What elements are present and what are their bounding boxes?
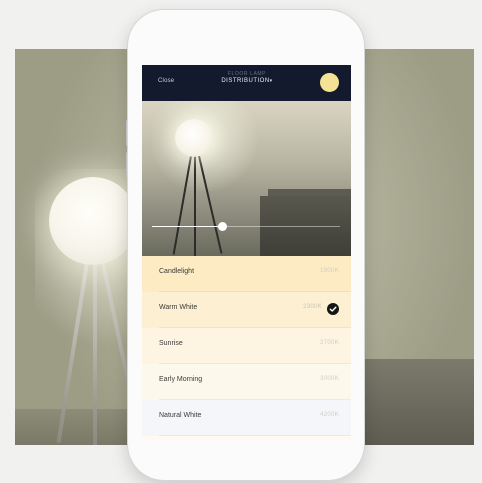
temperature-option[interactable]: Candlelight 1900K (142, 256, 351, 292)
device-name: FLOOR LAMP (227, 71, 267, 77)
option-kelvin: 2300K (303, 304, 322, 310)
temperature-option[interactable]: Early Morning 3000K (142, 364, 351, 400)
mode-label: DISTRIBUTION (221, 78, 270, 84)
lamp-leg (93, 263, 97, 445)
temperature-list: Candlelight 1900K Warm White 2300K Sunrise 27… (142, 256, 351, 440)
brightness-slider-fill (152, 226, 222, 227)
option-kelvin: 4200K (320, 412, 339, 418)
option-kelvin: 1900K (320, 268, 339, 274)
option-label: Natural White (159, 412, 202, 419)
mode-selector[interactable]: DISTRIBUTION▾ (202, 78, 292, 84)
sun-icon[interactable] (320, 73, 339, 92)
close-button[interactable]: Close (158, 78, 174, 84)
option-kelvin: 3000K (320, 376, 339, 382)
lamp-preview (142, 101, 351, 256)
check-icon (327, 303, 339, 315)
row-divider (159, 435, 351, 436)
phone-screen: Close FLOOR LAMP DISTRIBUTION▾ Candlelig… (142, 65, 351, 440)
lamp-globe (49, 177, 137, 265)
temperature-option[interactable]: Sunrise 2700K (142, 328, 351, 364)
navbar: Close FLOOR LAMP DISTRIBUTION▾ (142, 65, 351, 101)
background-sofa (355, 359, 474, 445)
option-label: Sunrise (159, 340, 183, 347)
nav-title[interactable]: FLOOR LAMP DISTRIBUTION▾ (202, 71, 292, 84)
option-label: Early Morning (159, 376, 203, 383)
temperature-option[interactable]: Warm White 2300K (142, 292, 351, 328)
temperature-option[interactable]: Natural White 4200K (142, 400, 351, 436)
chevron-down-icon: ▾ (269, 78, 273, 84)
option-label: Warm White (159, 304, 198, 311)
preview-lamp-globe (175, 119, 213, 157)
preview-lamp-leg (194, 156, 196, 256)
option-label: Candlelight (159, 268, 195, 275)
brightness-slider-thumb[interactable] (218, 222, 227, 231)
option-kelvin: 2700K (320, 340, 339, 346)
